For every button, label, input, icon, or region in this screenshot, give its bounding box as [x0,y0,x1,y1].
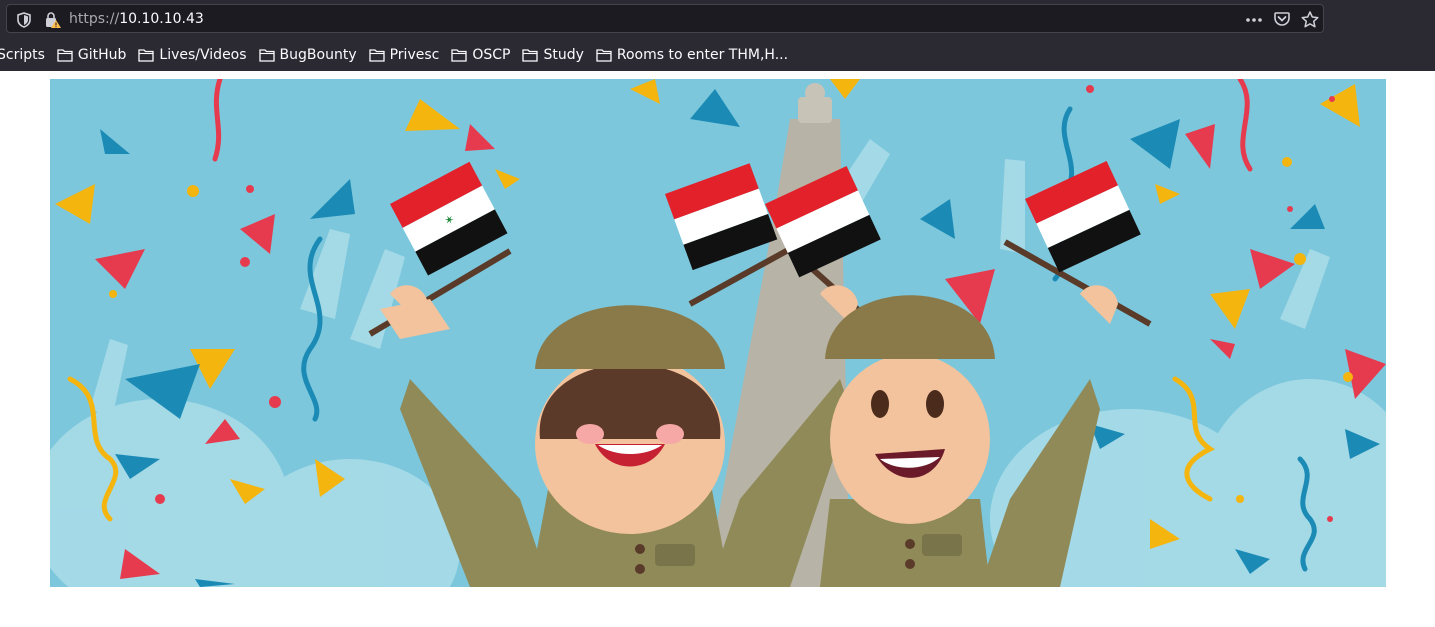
star-icon[interactable] [1299,5,1321,34]
folder-icon [368,49,385,62]
folder-icon [596,49,612,62]
bookmark-folder-bugbounty[interactable]: BugBounty [253,43,363,67]
bookmark-folder-privesc[interactable]: Privesc [363,43,446,67]
folder-icon [522,49,539,62]
folder-icon [57,49,73,62]
folder-icon [258,49,275,62]
address-bar[interactable]: https://10.10.10.43 [6,4,1324,33]
bookmark-folder-github[interactable]: GitHub [51,43,133,67]
url-text[interactable]: https://10.10.10.43 [69,5,204,34]
bookmark-label: Scripts [0,47,45,63]
bookmark-folder-oscp[interactable]: OSCP [445,43,516,67]
folder-icon [451,49,467,62]
celebration-illustration: ✶ [50,79,1386,587]
bookmark-scripts[interactable]: Scripts [0,43,51,67]
browser-chrome: https://10.10.10.43 Scripts GitHub Lives… [0,0,1435,71]
bookmark-folder-lives-videos[interactable]: Lives/Videos [132,43,252,67]
bookmark-label: BugBounty [279,47,357,63]
bookmark-folder-rooms[interactable]: Rooms to enter THM,H... [590,43,794,67]
bookmark-label: Privesc [389,47,440,63]
bookmark-label: Lives/Videos [159,47,247,63]
folder-icon [138,49,155,62]
bookmark-label: GitHub [77,47,127,63]
pocket-icon[interactable] [1271,5,1293,34]
more-icon[interactable] [1243,5,1265,34]
bookmark-label: Rooms to enter THM,H... [616,47,789,63]
url-scheme: https:// [69,11,120,27]
celebration-banner-image: ✶ [50,79,1386,587]
url-host: 10.10.10.43 [119,11,204,27]
bookmarks-toolbar: Scripts GitHub Lives/Videos BugBounty Pr… [0,40,1435,70]
bookmark-folder-study[interactable]: Study [516,43,589,67]
bookmark-label: Study [543,47,584,63]
shield-icon[interactable] [15,5,33,34]
lock-warning-icon[interactable] [43,5,63,34]
bookmark-label: OSCP [472,47,511,63]
